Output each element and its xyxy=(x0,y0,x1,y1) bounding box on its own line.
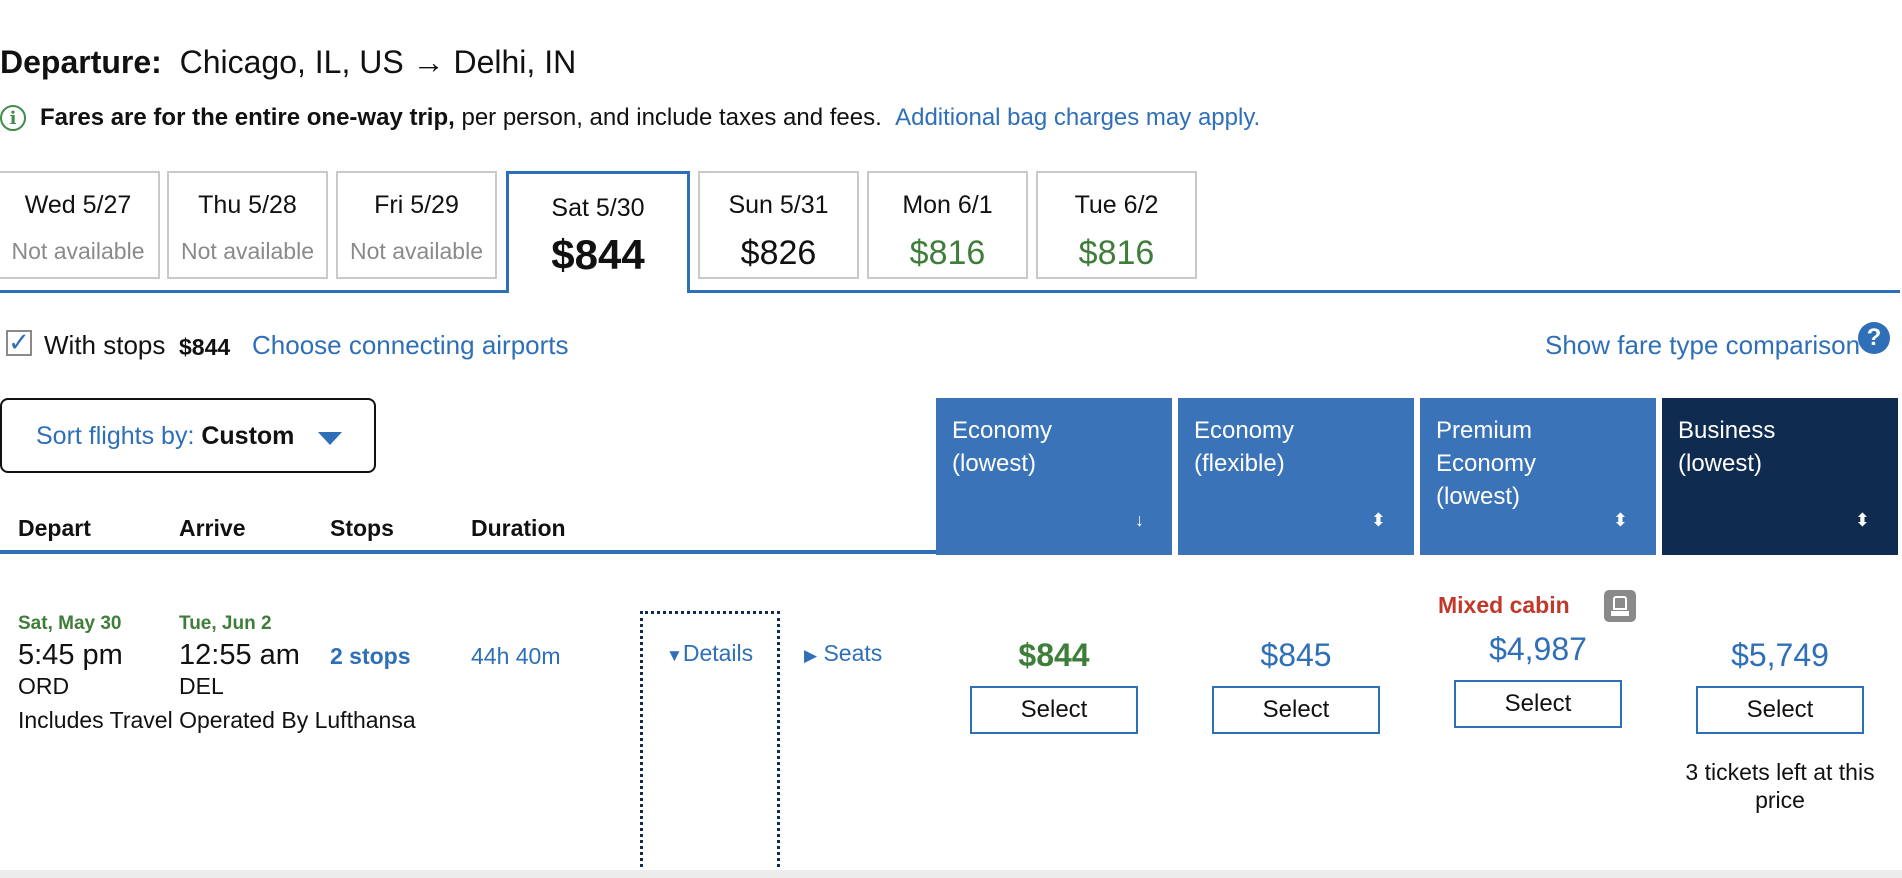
date-tab-price: $816 xyxy=(1078,234,1155,272)
cabin-label: Economy xyxy=(952,417,1053,444)
bag-charges-link[interactable]: Additional bag charges may apply. xyxy=(895,104,1260,132)
page-title: Departure: Chicago, IL, US → Delhi, IN xyxy=(0,44,576,81)
column-depart[interactable]: Depart xyxy=(18,515,91,542)
date-tab-sat-5-30[interactable]: Sat 5/30 $844 xyxy=(506,171,690,293)
column-duration[interactable]: Duration xyxy=(471,515,566,542)
date-tab-price: Not available xyxy=(350,238,483,264)
choose-connecting-airports-link[interactable]: Choose connecting airports xyxy=(252,330,569,361)
arrive-time: 12:55 am xyxy=(179,639,300,671)
with-stops-checkbox[interactable]: ✓ xyxy=(6,329,32,356)
cabin-label: Business xyxy=(1678,417,1776,444)
column-arrive[interactable]: Arrive xyxy=(179,515,245,542)
fare-info-text: per person, and include taxes and fees. xyxy=(461,104,882,131)
cabin-header-economy-lowest[interactable]: Economy (lowest) ↓ xyxy=(936,398,1172,555)
fare-price-economy-flexible: $845 xyxy=(1260,637,1332,673)
with-stops-label: With stops xyxy=(44,330,166,360)
sort-toggle-icon: ⬍ xyxy=(1612,510,1628,530)
caret-down-icon: ▼ xyxy=(666,646,683,665)
date-tab-price: Not available xyxy=(11,238,145,264)
fare-info-row: i Fares are for the entire one-way trip,… xyxy=(0,104,1260,132)
date-tab-date: Tue 6/2 xyxy=(1074,191,1159,219)
cabin-header-economy-flexible[interactable]: Economy (flexible) ⬍ xyxy=(1178,398,1414,555)
date-tab-date: Sun 5/31 xyxy=(728,191,829,219)
cabin-label: (lowest) xyxy=(952,450,1037,477)
cabin-label: Economy xyxy=(1194,417,1295,444)
row-bottom-border xyxy=(0,870,1902,878)
cabin-header-premium-economy[interactable]: Premium Economy (lowest) ⬍ xyxy=(1420,398,1656,555)
duration-text: 44h 40m xyxy=(471,643,561,669)
fare-price-business: $5,749 xyxy=(1731,637,1829,673)
select-economy-flexible-button[interactable]: Select xyxy=(1212,686,1380,734)
date-tab-price: $844 xyxy=(551,231,645,278)
date-tab-wed-5-27[interactable]: Wed 5/27 Not available xyxy=(0,171,160,279)
caret-right-icon: ▶ xyxy=(804,646,818,665)
info-icon: i xyxy=(0,105,26,131)
cabin-label: (lowest) xyxy=(1436,483,1521,510)
fare-info-bold: Fares are for the entire one-way trip, xyxy=(40,104,455,131)
fare-price-premium-economy: $4,987 xyxy=(1489,631,1587,667)
arrive-airport: DEL xyxy=(179,673,224,699)
date-tab-price: Not available xyxy=(181,238,314,264)
date-tab-price: $826 xyxy=(740,234,817,272)
stops-link[interactable]: 2 stops xyxy=(330,643,411,670)
date-tab-tue-6-2[interactable]: Tue 6/2 $816 xyxy=(1036,171,1197,279)
chevron-down-icon xyxy=(318,432,342,445)
tab-divider xyxy=(0,290,1900,293)
date-tab-date: Thu 5/28 xyxy=(198,191,297,219)
column-stops[interactable]: Stops xyxy=(330,515,394,542)
select-economy-lowest-button[interactable]: Select xyxy=(970,686,1138,734)
help-icon[interactable]: ? xyxy=(1858,322,1890,354)
cabin-header-business[interactable]: Business (lowest) ⬍ xyxy=(1662,398,1898,555)
sort-toggle-icon: ⬍ xyxy=(1370,510,1386,530)
mixed-cabin-label: Mixed cabin xyxy=(1438,592,1570,618)
date-tab-thu-5-28[interactable]: Thu 5/28 Not available xyxy=(167,171,328,279)
seats-link[interactable]: ▶ Seats xyxy=(804,640,882,667)
route-text: Chicago, IL, US → Delhi, IN xyxy=(179,44,577,80)
date-tab-mon-6-1[interactable]: Mon 6/1 $816 xyxy=(867,171,1028,279)
details-label: Details xyxy=(682,640,754,666)
date-tab-fri-5-29[interactable]: Fri 5/29 Not available xyxy=(336,171,497,279)
fare-price-economy-lowest: $844 xyxy=(1018,637,1090,673)
depart-date: Sat, May 30 xyxy=(18,613,122,634)
date-tab-date: Fri 5/29 xyxy=(374,191,459,219)
date-tab-date: Mon 6/1 xyxy=(902,191,993,219)
select-business-button[interactable]: Select xyxy=(1696,686,1864,734)
date-tab-date: Wed 5/27 xyxy=(24,191,132,219)
arrive-date: Tue, Jun 2 xyxy=(179,613,272,634)
header-divider xyxy=(0,550,936,554)
depart-airport: ORD xyxy=(18,673,70,699)
cabin-label: (flexible) xyxy=(1194,450,1285,477)
sort-arrow-icon: ↓ xyxy=(1135,510,1144,530)
date-tab-date: Sat 5/30 xyxy=(551,194,645,222)
sort-label: Sort flights by: xyxy=(36,422,195,450)
sort-toggle-icon: ⬍ xyxy=(1854,510,1870,530)
with-stops-price: $844 xyxy=(179,334,231,360)
depart-time: 5:45 pm xyxy=(18,639,123,671)
details-link[interactable]: ▼Details xyxy=(666,640,753,667)
cabin-label: Premium xyxy=(1436,417,1533,444)
seat-icon xyxy=(1604,590,1636,622)
date-tab-price: $816 xyxy=(909,234,986,272)
cabin-label: (lowest) xyxy=(1678,450,1763,477)
date-tab-sun-5-31[interactable]: Sun 5/31 $826 xyxy=(698,171,859,279)
seats-label: Seats xyxy=(823,640,883,666)
cabin-label: Economy xyxy=(1436,450,1537,477)
show-fare-comparison-link[interactable]: Show fare type comparison xyxy=(1545,330,1860,361)
tickets-left-note: 3 tickets left at this price xyxy=(1685,759,1875,813)
sort-value: Custom xyxy=(201,422,295,450)
select-premium-economy-button[interactable]: Select xyxy=(1454,680,1622,728)
departure-label: Departure: xyxy=(0,44,162,80)
operated-by-text: Includes Travel Operated By Lufthansa xyxy=(18,707,416,733)
